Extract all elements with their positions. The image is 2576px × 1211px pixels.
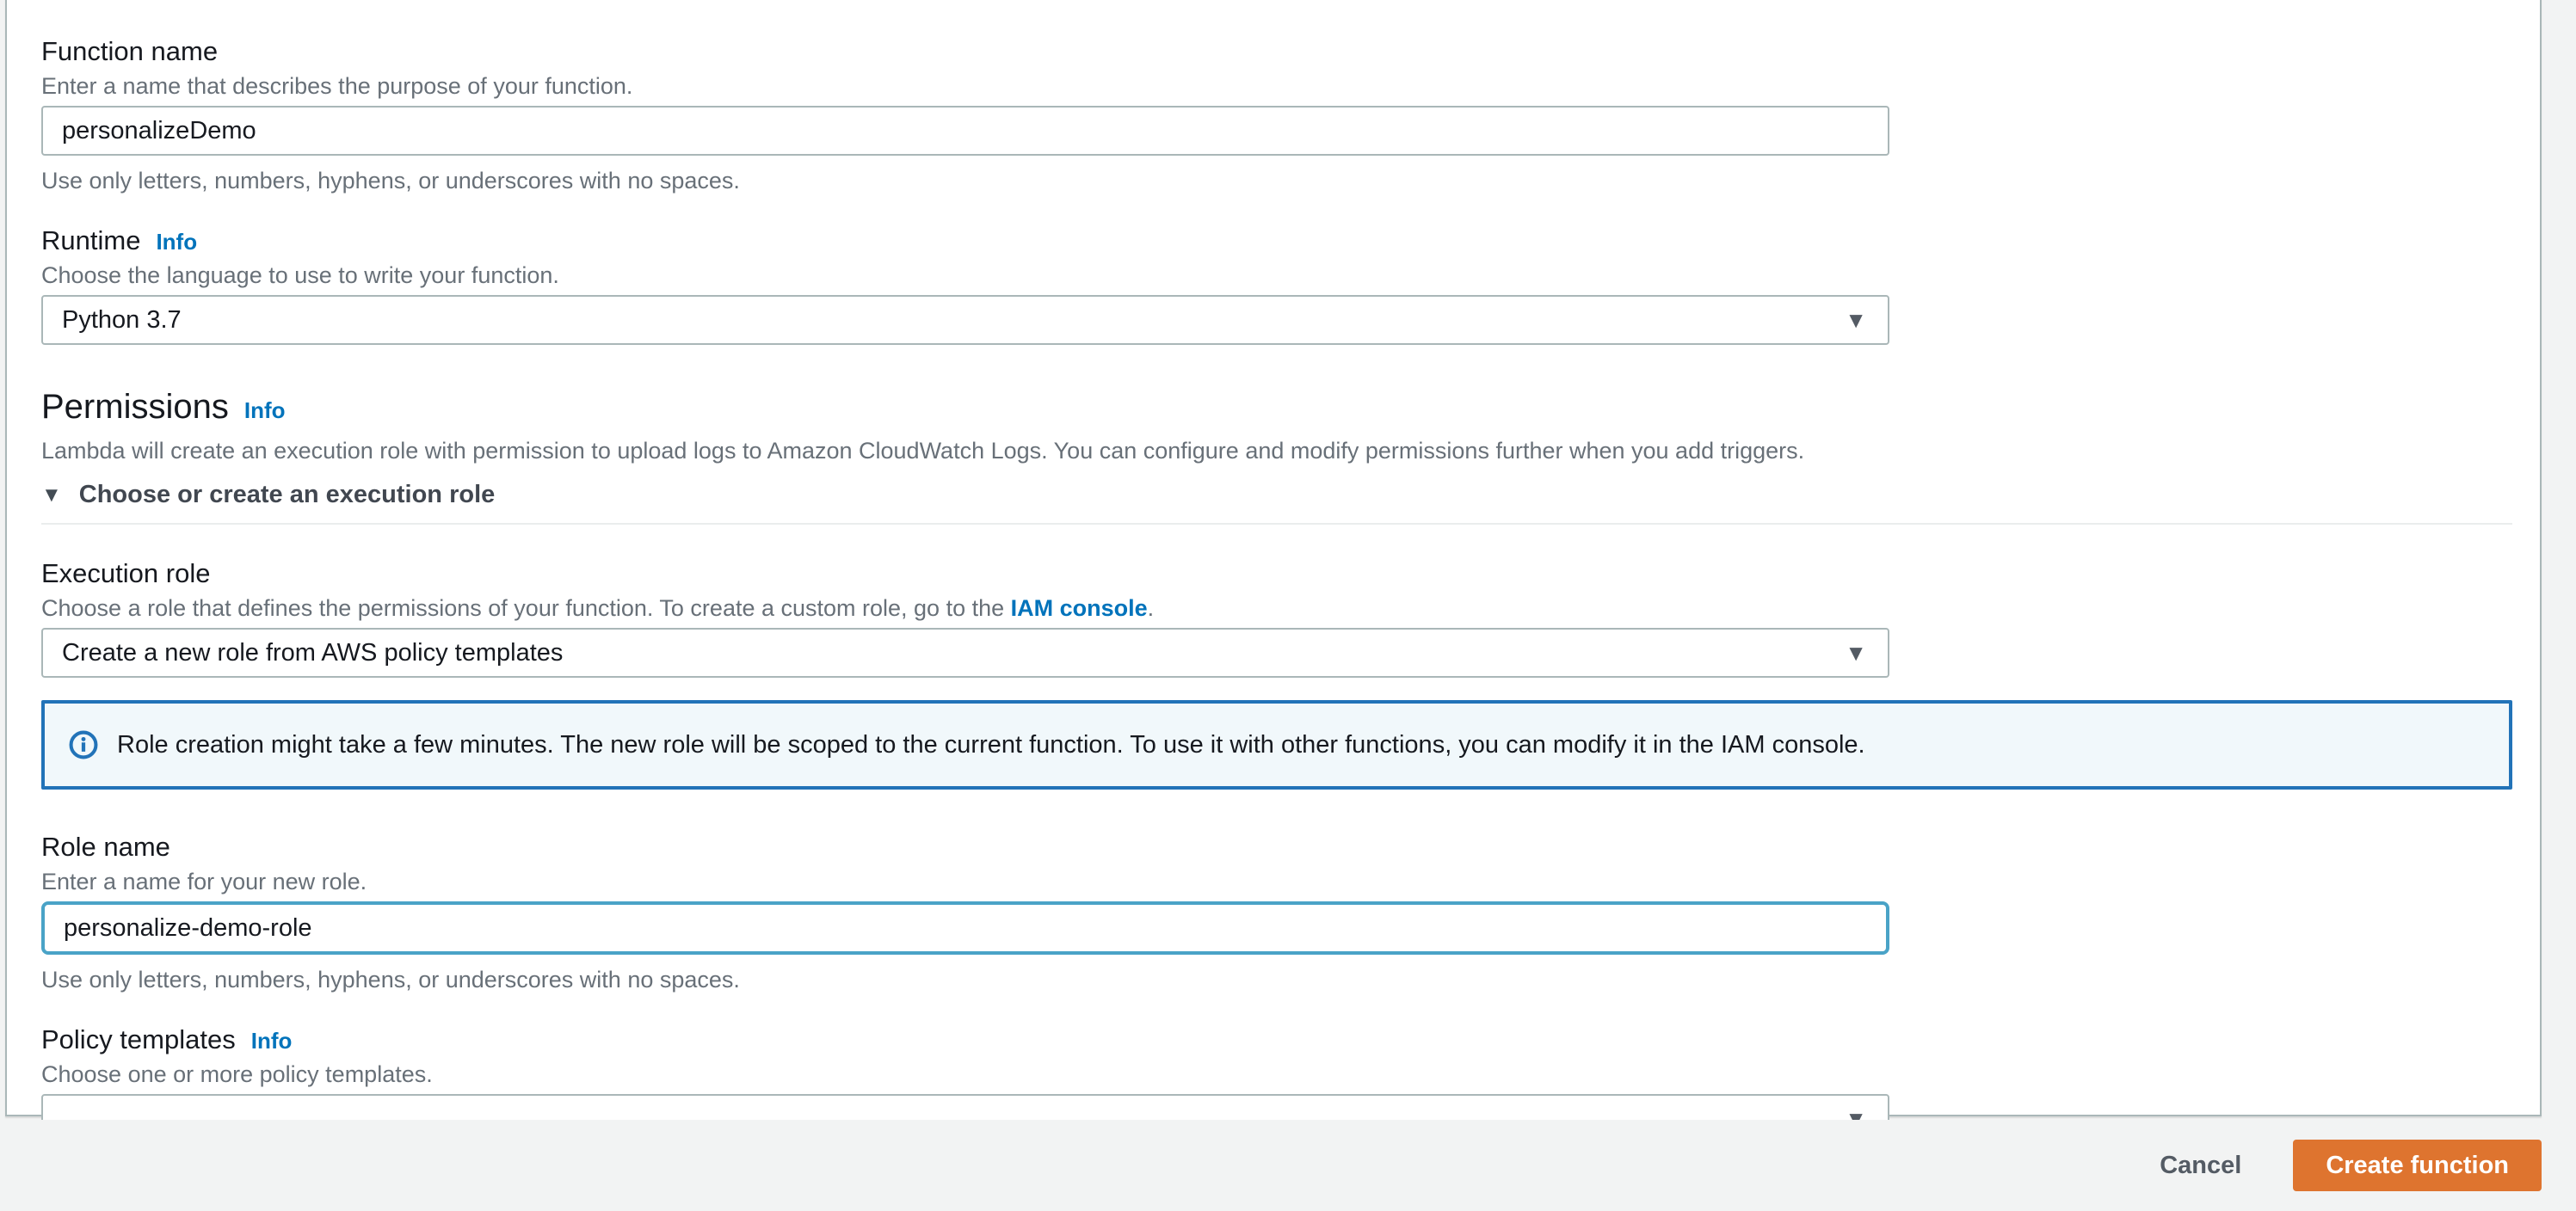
execution-role-expander[interactable]: ▼ Choose or create an execution role	[41, 481, 2540, 523]
role-name-field: Role name Enter a name for your new role…	[41, 831, 1889, 994]
cancel-button[interactable]: Cancel	[2127, 1140, 2274, 1191]
role-name-helper: Use only letters, numbers, hyphens, or u…	[41, 967, 740, 993]
function-name-helper: Use only letters, numbers, hyphens, or u…	[41, 168, 740, 194]
runtime-label: Runtime	[41, 225, 141, 255]
chevron-down-icon: ▼	[1845, 640, 1867, 666]
execution-role-field: Execution role Choose a role that define…	[41, 557, 1889, 678]
execution-role-description-text: Choose a role that defines the permissio…	[41, 595, 1011, 621]
create-function-form-panel: Function name Enter a name that describe…	[5, 0, 2542, 1144]
function-name-input[interactable]	[41, 106, 1889, 156]
execution-role-selected-value: Create a new role from AWS policy templa…	[62, 638, 564, 667]
role-name-description: Enter a name for your new role.	[41, 869, 367, 894]
execution-role-select[interactable]: Create a new role from AWS policy templa…	[41, 628, 1889, 678]
permissions-info-link[interactable]: Info	[244, 397, 286, 424]
runtime-description: Choose the language to use to write your…	[41, 262, 559, 288]
policy-templates-description: Choose one or more policy templates.	[41, 1061, 433, 1087]
runtime-select[interactable]: Python 3.7 ▼	[41, 295, 1889, 345]
execution-role-description: Choose a role that defines the permissio…	[41, 593, 1889, 623]
execution-role-expander-label: Choose or create an execution role	[78, 481, 496, 508]
policy-templates-info-link[interactable]: Info	[251, 1028, 293, 1054]
role-name-label: Role name	[41, 832, 170, 862]
function-name-description: Enter a name that describes the purpose …	[41, 73, 633, 99]
permissions-section: Permissions Info Lambda will create an e…	[41, 386, 2540, 525]
function-name-label: Function name	[41, 36, 219, 66]
permissions-description: Lambda will create an execution role wit…	[41, 438, 1805, 464]
chevron-down-icon: ▼	[1845, 307, 1867, 333]
info-circle-icon	[69, 730, 98, 759]
iam-console-link[interactable]: IAM console	[1011, 595, 1148, 621]
permissions-heading: Permissions	[41, 388, 229, 426]
footer-action-bar: Cancel Create function	[0, 1120, 2576, 1211]
runtime-info-link[interactable]: Info	[156, 229, 197, 255]
runtime-field: Runtime Info Choose the language to use …	[41, 224, 1889, 345]
section-divider	[41, 523, 2512, 525]
role-name-input[interactable]	[41, 901, 1889, 955]
execution-role-label: Execution role	[41, 558, 211, 588]
runtime-selected-value: Python 3.7	[62, 305, 182, 334]
role-creation-info-alert: Role creation might take a few minutes. …	[41, 700, 2512, 790]
triangle-down-icon: ▼	[41, 483, 62, 507]
role-creation-info-text: Role creation might take a few minutes. …	[117, 731, 1865, 759]
create-function-button[interactable]: Create function	[2293, 1140, 2542, 1191]
function-name-field: Function name Enter a name that describe…	[41, 35, 1889, 195]
execution-role-description-period: .	[1147, 595, 1155, 621]
policy-templates-label: Policy templates	[41, 1024, 236, 1054]
